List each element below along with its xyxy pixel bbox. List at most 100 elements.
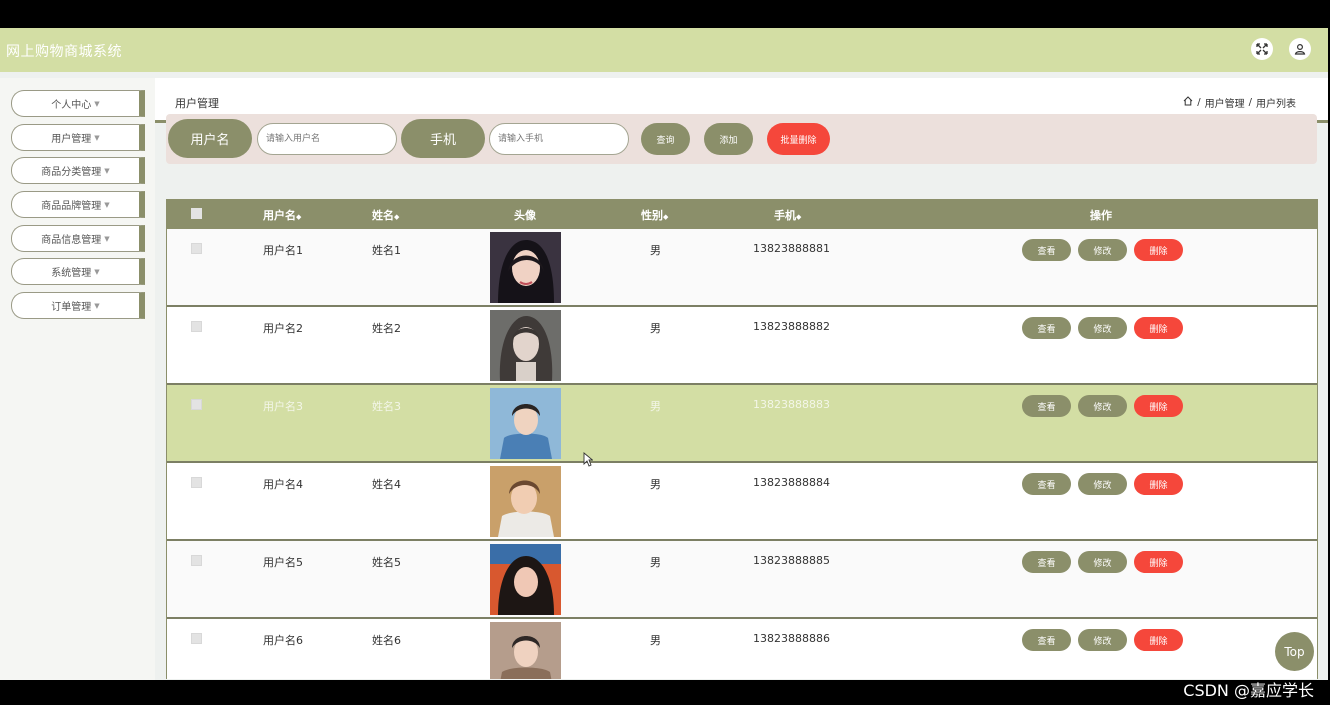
- avatar: [490, 232, 561, 303]
- phone-input[interactable]: [489, 123, 629, 155]
- edit-button[interactable]: 修改: [1078, 395, 1127, 417]
- phone-cell: 13823888884: [753, 476, 830, 489]
- phone-cell: 13823888883: [753, 398, 830, 411]
- column-header-actions: 操作: [1090, 209, 1112, 222]
- sidebar: 个人中心 ▼ 用户管理 ▼ 商品分类管理 ▼ 商品品牌管理 ▼ 商品信息管理 ▼ 系统管理…: [0, 78, 155, 680]
- screen-frame: 网上购物商城系统 个人中心 ▼ 用户管理 ▼ 商品分类管理 ▼ 商品品牌管理 ▼ 商品信…: [0, 0, 1330, 705]
- edit-button[interactable]: 修改: [1078, 473, 1127, 495]
- sidebar-item-order-management[interactable]: 订单管理 ▼: [11, 292, 145, 319]
- username-input[interactable]: [257, 123, 397, 155]
- search-bar: 用户名 手机 查询 添加 批量删除: [166, 114, 1317, 164]
- sort-icon: ◆: [296, 213, 302, 221]
- view-button[interactable]: 查看: [1022, 629, 1071, 651]
- sidebar-item-label: 用户管理: [51, 134, 92, 145]
- breadcrumb-item: 用户列表: [1256, 99, 1296, 110]
- sidebar-item-product-management[interactable]: 商品信息管理 ▼: [11, 225, 145, 252]
- table-row[interactable]: 用户名4 姓名4 男 13823888884 查看 修改 删除: [167, 463, 1317, 541]
- table-row[interactable]: 用户名1 姓名1 男 13823888881 查看 修改 删除: [167, 229, 1317, 307]
- column-label: 手机: [774, 209, 796, 222]
- username-cell: 用户名3: [263, 400, 303, 413]
- gender-cell: 男: [650, 634, 661, 647]
- column-header-name[interactable]: 姓名◆: [372, 207, 399, 223]
- view-button[interactable]: 查看: [1022, 395, 1071, 417]
- sidebar-item-label: 个人中心: [51, 100, 92, 111]
- top-bar: 网上购物商城系统: [0, 28, 1328, 72]
- sidebar-item-label: 商品信息管理: [41, 235, 102, 246]
- row-checkbox[interactable]: [191, 477, 202, 488]
- sidebar-item-category-management[interactable]: 商品分类管理 ▼: [11, 157, 145, 184]
- sidebar-item-user-management[interactable]: 用户管理 ▼: [11, 124, 145, 151]
- table-row[interactable]: 用户名2 姓名2 男 13823888882 查看 修改 删除: [167, 307, 1317, 385]
- delete-button[interactable]: 删除: [1134, 473, 1183, 495]
- sidebar-item-label: 系统管理: [51, 268, 92, 279]
- query-button[interactable]: 查询: [641, 123, 690, 155]
- chevron-down-icon: ▼: [104, 234, 110, 243]
- user-icon[interactable]: [1289, 38, 1311, 60]
- name-cell: 姓名5: [372, 556, 401, 569]
- delete-button[interactable]: 删除: [1134, 551, 1183, 573]
- gender-cell: 男: [650, 244, 661, 257]
- table-row[interactable]: 用户名5 姓名5 男 13823888885 查看 修改 删除: [167, 541, 1317, 619]
- table-header: 用户名◆ 姓名◆ 头像 性别◆ 手机◆ 操作: [167, 199, 1317, 229]
- gender-cell: 男: [650, 322, 661, 335]
- delete-button[interactable]: 删除: [1134, 239, 1183, 261]
- row-checkbox[interactable]: [191, 243, 202, 254]
- table-row-hovered[interactable]: 用户名3 姓名3 男 13823888883 查看 修改 删除: [167, 385, 1317, 463]
- gender-cell: 男: [650, 478, 661, 491]
- back-to-top-button[interactable]: Top: [1275, 632, 1314, 671]
- phone-cell: 13823888886: [753, 632, 830, 645]
- edit-button[interactable]: 修改: [1078, 551, 1127, 573]
- batch-delete-button[interactable]: 批量删除: [767, 123, 830, 155]
- row-checkbox[interactable]: [191, 321, 202, 332]
- username-cell: 用户名5: [263, 556, 303, 569]
- sidebar-item-brand-management[interactable]: 商品品牌管理 ▼: [11, 191, 145, 218]
- select-all-checkbox[interactable]: [191, 208, 202, 219]
- table-row[interactable]: 用户名6 姓名6 男 13823888886 查看 修改 删除: [167, 619, 1317, 679]
- add-button[interactable]: 添加: [704, 123, 753, 155]
- fullscreen-icon[interactable]: [1251, 38, 1273, 60]
- phone-cell: 13823888882: [753, 320, 830, 333]
- username-cell: 用户名1: [263, 244, 303, 257]
- avatar: [490, 544, 561, 615]
- chevron-down-icon: ▼: [104, 200, 110, 209]
- watermark: CSDN @嘉应学长: [1183, 681, 1314, 700]
- home-icon[interactable]: [1183, 96, 1193, 109]
- gender-cell: 男: [650, 556, 661, 569]
- username-cell: 用户名2: [263, 322, 303, 335]
- edit-button[interactable]: 修改: [1078, 629, 1127, 651]
- column-label: 性别: [641, 209, 663, 222]
- user-table: 用户名◆ 姓名◆ 头像 性别◆ 手机◆ 操作 用户名1 姓名1 男 138238…: [166, 199, 1318, 679]
- sidebar-item-label: 商品分类管理: [41, 167, 102, 178]
- edit-button[interactable]: 修改: [1078, 239, 1127, 261]
- sidebar-item-personal-center[interactable]: 个人中心 ▼: [11, 90, 145, 117]
- app-title: 网上购物商城系统: [6, 44, 122, 60]
- phone-label: 手机: [401, 119, 485, 158]
- view-button[interactable]: 查看: [1022, 239, 1071, 261]
- view-button[interactable]: 查看: [1022, 551, 1071, 573]
- breadcrumb-item[interactable]: 用户管理: [1205, 95, 1245, 110]
- name-cell: 姓名4: [372, 478, 401, 491]
- column-header-gender[interactable]: 性别◆: [641, 207, 668, 223]
- delete-button[interactable]: 删除: [1134, 629, 1183, 651]
- sidebar-item-system-management[interactable]: 系统管理 ▼: [11, 258, 145, 285]
- avatar: [490, 388, 561, 459]
- edit-button[interactable]: 修改: [1078, 317, 1127, 339]
- name-cell: 姓名1: [372, 244, 401, 257]
- chevron-down-icon: ▼: [94, 267, 100, 276]
- username-label: 用户名: [168, 119, 252, 158]
- delete-button[interactable]: 删除: [1134, 317, 1183, 339]
- chevron-down-icon: ▼: [94, 301, 100, 310]
- mouse-cursor-icon: [583, 452, 594, 471]
- delete-button[interactable]: 删除: [1134, 395, 1183, 417]
- view-button[interactable]: 查看: [1022, 317, 1071, 339]
- row-checkbox[interactable]: [191, 399, 202, 410]
- name-cell: 姓名3: [372, 400, 401, 413]
- row-checkbox[interactable]: [191, 633, 202, 644]
- name-cell: 姓名6: [372, 634, 401, 647]
- gender-cell: 男: [650, 400, 661, 413]
- column-header-phone[interactable]: 手机◆: [774, 207, 801, 223]
- view-button[interactable]: 查看: [1022, 473, 1071, 495]
- row-checkbox[interactable]: [191, 555, 202, 566]
- column-header-username[interactable]: 用户名◆: [263, 207, 301, 223]
- sort-icon: ◆: [394, 213, 400, 221]
